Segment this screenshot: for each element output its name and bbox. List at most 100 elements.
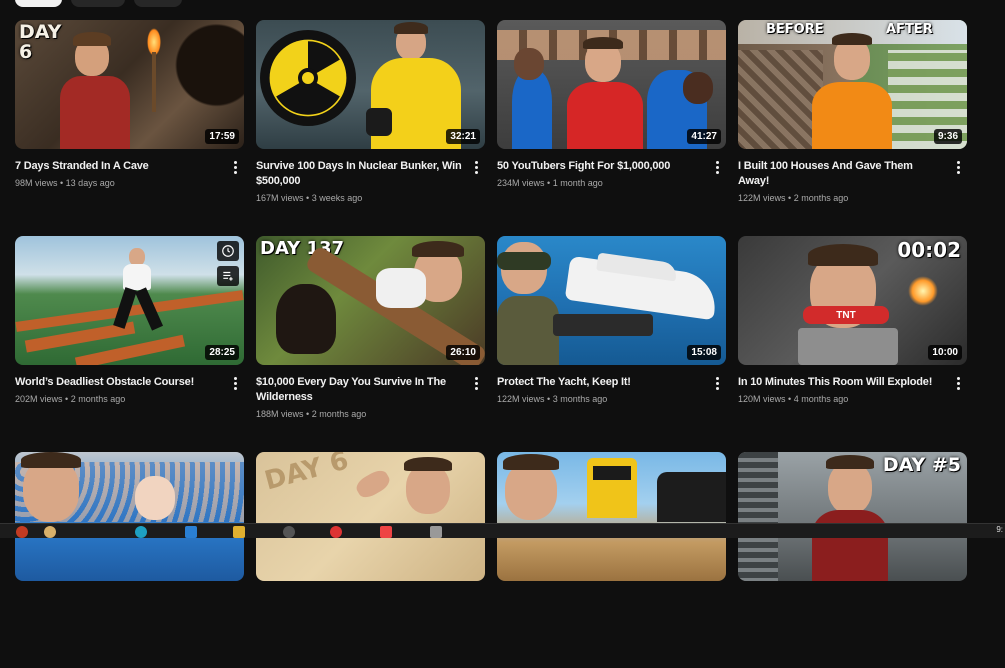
video-title[interactable]: $10,000 Every Day You Survive In The Wil… [256,375,485,405]
video-thumbnail[interactable] [15,452,244,581]
video-thumbnail[interactable]: 32:21 [256,20,485,149]
view-count: 98M views [15,178,58,188]
video-card[interactable]: 00:02 TNT 10:00 In 10 Minutes This Room … [738,236,967,452]
app-icon[interactable] [430,526,442,538]
video-card[interactable]: 32:21 Survive 100 Days In Nuclear Bunker… [256,20,485,236]
upload-age: 2 months ago [793,193,849,203]
start-icon[interactable] [16,526,28,538]
separator: • [62,394,71,404]
video-stats: 234M views • 1 month ago [497,178,726,188]
upload-age: 1 month ago [552,178,603,188]
separator: • [303,193,312,203]
video-title[interactable]: I Built 100 Houses And Gave Them Away! [738,159,967,189]
chip-popular[interactable] [71,0,125,7]
video-card[interactable]: DAY #5 [738,452,967,668]
video-title[interactable]: World’s Deadliest Obstacle Course! [15,375,244,390]
video-title[interactable]: 50 YouTubers Fight For $1,000,000 [497,159,726,174]
tnt-label: TNT [836,309,856,321]
upload-age: 3 weeks ago [311,193,363,203]
video-stats: 122M views • 2 months ago [738,193,967,203]
video-thumbnail[interactable]: DAY 6 17:59 [15,20,244,149]
video-thumbnail[interactable]: BEFORE AFTER 9:36 [738,20,967,149]
upload-age: 13 days ago [65,178,115,188]
upload-age: 3 months ago [552,394,608,404]
view-count: 167M views [256,193,304,203]
view-count: 188M views [256,409,304,419]
app-icon[interactable] [330,526,342,538]
video-duration: 10:00 [928,345,962,360]
separator: • [57,178,66,188]
watch-later-icon[interactable] [217,241,239,261]
more-actions-icon[interactable] [953,375,963,391]
separator: • [785,394,794,404]
clock: 9: [996,525,1003,534]
more-actions-icon[interactable] [230,159,240,175]
tnt-stick-icon: TNT [803,306,889,324]
video-thumbnail[interactable]: 15:08 [497,236,726,365]
app-icon[interactable] [380,526,392,538]
filter-chips [15,0,182,7]
os-taskbar: 9: [0,523,1005,538]
video-stats: 167M views • 3 weeks ago [256,193,485,203]
more-actions-icon[interactable] [230,375,240,391]
thumbnail-overlay-timer: 00:02 [897,238,961,262]
app-icon[interactable] [185,526,197,538]
view-count: 202M views [15,394,63,404]
video-card[interactable]: DAY 6 [256,452,485,668]
separator: • [544,178,553,188]
more-actions-icon[interactable] [712,159,722,175]
thumbnail-overlay-after: AFTER [886,22,933,37]
video-thumbnail[interactable]: DAY 137 26:10 [256,236,485,365]
video-card[interactable] [497,452,726,668]
chip-latest[interactable] [15,0,62,7]
video-stats: 120M views • 4 months ago [738,394,967,404]
video-stats: 98M views • 13 days ago [15,178,244,188]
separator: • [785,193,794,203]
video-duration: 28:25 [205,345,239,360]
video-card[interactable]: 28:25 World’s Deadliest Obstacle Course!… [15,236,244,452]
thumbnail-overlay-text: DAY 6 [19,21,62,63]
upload-age: 2 months ago [70,394,126,404]
chip-oldest[interactable] [134,0,182,7]
video-title[interactable]: In 10 Minutes This Room Will Explode! [738,375,967,390]
view-count: 234M views [497,178,545,188]
video-card[interactable]: BEFORE AFTER 9:36 I Built 100 Houses And… [738,20,967,236]
video-thumbnail[interactable]: DAY #5 [738,452,967,581]
video-duration: 9:36 [933,129,962,144]
view-count: 120M views [738,394,786,404]
app-icon[interactable] [283,526,295,538]
video-duration: 41:27 [687,129,721,144]
video-card[interactable]: 41:27 50 YouTubers Fight For $1,000,000 … [497,20,726,236]
app-icon[interactable] [44,526,56,538]
edge-icon[interactable] [135,526,147,538]
video-card[interactable]: DAY 6 17:59 7 Days Stranded In A Cave 98… [15,20,244,236]
video-card[interactable] [15,452,244,668]
separator: • [544,394,553,404]
video-duration: 26:10 [446,345,480,360]
thumbnail-overlay-before: BEFORE [766,22,824,37]
view-count: 122M views [738,193,786,203]
video-title[interactable]: Survive 100 Days In Nuclear Bunker, Win … [256,159,485,189]
radiation-symbol-icon [260,30,356,126]
video-title[interactable]: Protect The Yacht, Keep It! [497,375,726,390]
video-card[interactable]: 15:08 Protect The Yacht, Keep It! 122M v… [497,236,726,452]
video-thumbnail[interactable] [497,452,726,581]
thumbnail-overlay-text: DAY 6 [261,452,352,497]
video-thumbnail[interactable]: 28:25 [15,236,244,365]
video-stats: 202M views • 2 months ago [15,394,244,404]
separator: • [303,409,312,419]
more-actions-icon[interactable] [953,159,963,175]
video-thumbnail[interactable]: DAY 6 [256,452,485,581]
video-card[interactable]: DAY 137 26:10 $10,000 Every Day You Surv… [256,236,485,452]
video-title[interactable]: 7 Days Stranded In A Cave [15,159,244,174]
video-thumbnail[interactable]: 00:02 TNT 10:00 [738,236,967,365]
folder-icon[interactable] [233,526,245,538]
video-duration: 15:08 [687,345,721,360]
video-thumbnail[interactable]: 41:27 [497,20,726,149]
video-duration: 32:21 [446,129,480,144]
view-count: 122M views [497,394,545,404]
add-to-queue-icon[interactable] [217,266,239,286]
more-actions-icon[interactable] [471,159,481,175]
more-actions-icon[interactable] [471,375,481,391]
more-actions-icon[interactable] [712,375,722,391]
